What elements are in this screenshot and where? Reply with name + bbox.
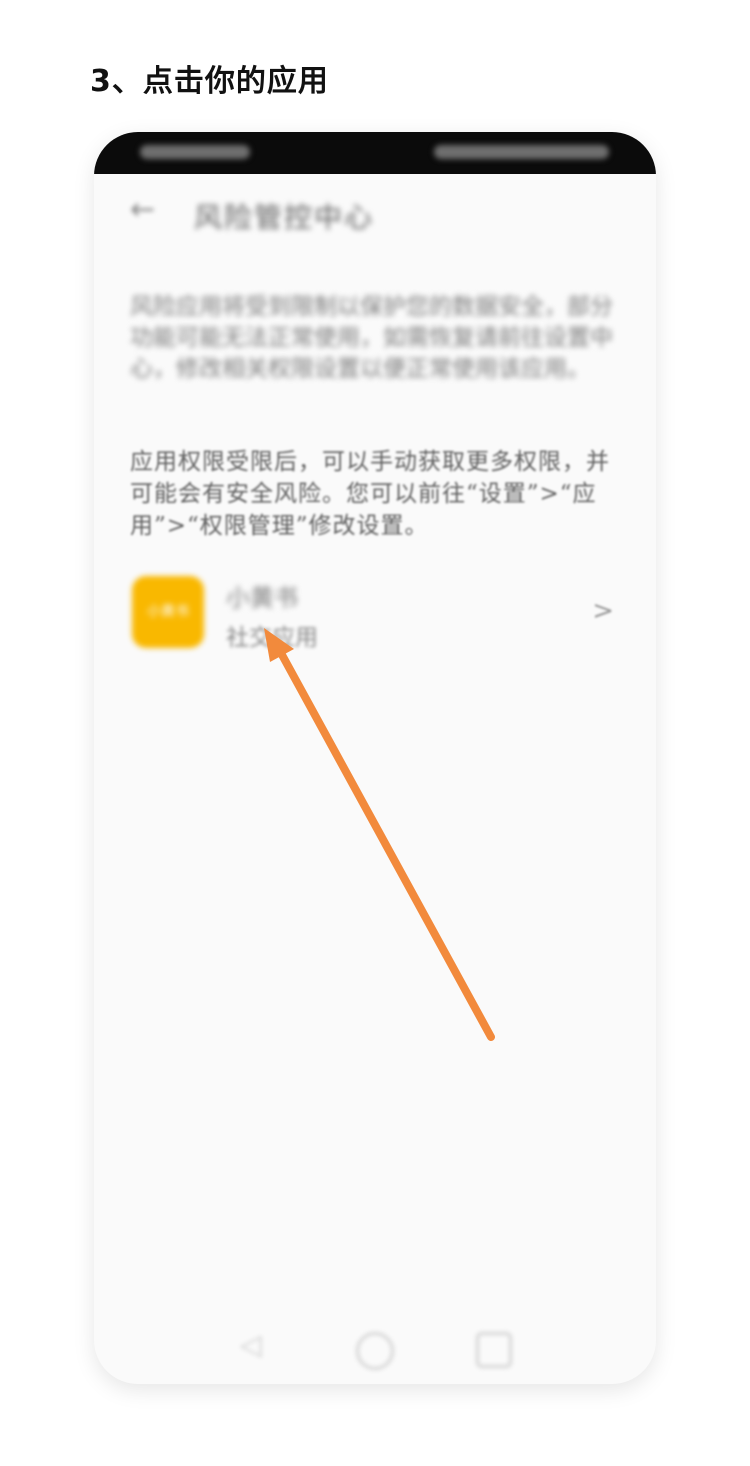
back-arrow-icon[interactable]: ← xyxy=(130,192,164,227)
nav-home-icon[interactable] xyxy=(356,1332,394,1370)
status-icons-blurred xyxy=(434,145,609,159)
description-text: 应用权限受限后，可以手动获取更多权限，并可能会有安全风险。您可以前往“设置”>“… xyxy=(130,449,610,539)
app-name: 小黄书 xyxy=(226,584,298,612)
phone-screenshot: ← 风险管控中心 风险应用将受到限制以保护您的数据安全，部分功能可能无法正常使用… xyxy=(94,132,656,1384)
nav-back-icon[interactable]: ◁ xyxy=(240,1328,262,1361)
navigation-bar: ◁ xyxy=(94,1314,656,1384)
app-icon: 小黄书 xyxy=(132,576,204,648)
chevron-right-icon: > xyxy=(592,596,614,626)
app-list-item[interactable]: 小黄书 小黄书 社交应用 > xyxy=(94,568,656,658)
description-blurred: 风险应用将受到限制以保护您的数据安全，部分功能可能无法正常使用，如需恢复请前往设… xyxy=(130,294,613,382)
status-time-blurred xyxy=(140,145,250,159)
page-title: 风险管控中心 xyxy=(194,201,375,234)
step-title: 3、点击你的应用 xyxy=(90,64,329,99)
status-bar xyxy=(94,132,656,174)
nav-recent-icon[interactable] xyxy=(476,1332,512,1368)
top-bar: ← 风险管控中心 xyxy=(94,174,656,254)
app-type: 社交应用 xyxy=(226,625,318,651)
